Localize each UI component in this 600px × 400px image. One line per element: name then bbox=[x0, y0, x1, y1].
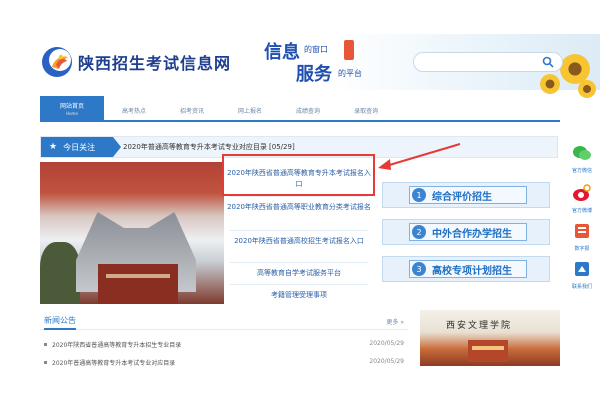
red-arrow-annotation bbox=[378, 143, 461, 170]
button-frame: 1 综合评价招生 bbox=[409, 186, 527, 204]
button-number: 1 bbox=[412, 188, 426, 202]
browser-page: 陕西招生考试信息网 信息 的窗口 服务 的平台 网站首页 Home 高考热点 招… bbox=[0, 0, 600, 400]
nav-label: 成绩查询 bbox=[296, 108, 321, 115]
divider bbox=[230, 196, 368, 197]
social-label: 数字报 bbox=[574, 246, 590, 252]
site-slogan: 信息 的窗口 服务 的平台 bbox=[264, 38, 384, 85]
sunflower-decoration bbox=[578, 80, 596, 98]
nav-gaokao-hot[interactable]: 高考热点 bbox=[122, 96, 146, 120]
link-record-management[interactable]: 考籍管理受理事项 bbox=[224, 290, 374, 301]
special-plan-button[interactable]: 3 高校专项计划招生 bbox=[382, 256, 550, 282]
comprehensive-eval-button[interactable]: 1 综合评价招生 bbox=[382, 182, 550, 208]
news-more-link[interactable]: 更多 » bbox=[386, 317, 404, 326]
button-number: 3 bbox=[412, 262, 426, 276]
social-label: 联系我们 bbox=[571, 284, 592, 290]
social-weibo[interactable]: 官方微博 bbox=[564, 184, 600, 218]
button-frame: 3 高校专项计划招生 bbox=[409, 260, 527, 278]
gate-sign-stripe bbox=[472, 346, 504, 350]
news-row[interactable]: 2020年陕西省普通高等教育专升本招生专业目录 2020/05/29 bbox=[44, 338, 408, 350]
logo-emblem-icon bbox=[40, 45, 74, 79]
site-title: 陕西招生考试信息网 bbox=[78, 54, 232, 73]
nav-admission-query[interactable]: 录取查询 bbox=[354, 96, 378, 120]
nav-label: 网上报名 bbox=[238, 108, 263, 115]
button-label: 中外合作办学招生 bbox=[432, 228, 512, 240]
link-self-study-platform[interactable]: 高等教育自学考试服务平台 bbox=[224, 268, 374, 279]
sino-foreign-button[interactable]: 2 中外合作办学招生 bbox=[382, 219, 550, 245]
gate-shape bbox=[98, 264, 178, 304]
social-digital-newspaper[interactable]: 数字报 bbox=[564, 222, 600, 256]
link-college-signup[interactable]: 2020年陕西省普通高校招生考试报名入口 bbox=[224, 236, 374, 247]
social-label: 官方微信 bbox=[571, 168, 592, 174]
highlight-box bbox=[222, 154, 375, 196]
button-frame: 2 中外合作办学招生 bbox=[409, 223, 527, 241]
button-label: 高校专项计划招生 bbox=[432, 265, 512, 277]
search-icon bbox=[542, 53, 554, 72]
social-wechat[interactable]: 官方微信 bbox=[564, 144, 600, 178]
news-title[interactable]: 新闻公告 bbox=[44, 315, 76, 330]
social-label: 官方微博 bbox=[571, 208, 592, 214]
divider bbox=[230, 230, 368, 231]
slogan-line2: 服务 bbox=[296, 64, 332, 85]
gate-sign-shape bbox=[468, 340, 508, 362]
contact-icon bbox=[572, 262, 592, 282]
button-number: 2 bbox=[412, 225, 426, 239]
star-icon: ★ bbox=[49, 142, 58, 152]
nav-home-sub: Home bbox=[66, 111, 78, 116]
nav-zhaokao-news[interactable]: 招考资讯 bbox=[180, 96, 204, 120]
wechat-icon bbox=[572, 146, 592, 166]
today-focus-tag: ★ 今日关注 bbox=[41, 137, 121, 157]
news-row-title: 2020年陕西省普通高等教育专升本招生专业目录 bbox=[52, 342, 182, 349]
sunflower-decoration bbox=[540, 74, 560, 94]
slogan-line1-small: 的窗口 bbox=[304, 45, 328, 54]
nav-label: 招考资讯 bbox=[180, 108, 205, 115]
nav-online-signup[interactable]: 网上报名 bbox=[238, 96, 262, 120]
weibo-icon bbox=[572, 184, 592, 206]
tree-shape bbox=[40, 242, 80, 304]
page-bottom-edge bbox=[0, 366, 600, 400]
social-contact[interactable]: 联系我们 bbox=[564, 260, 600, 294]
divider bbox=[230, 284, 368, 285]
nav-home-label: 网站首页 bbox=[59, 103, 84, 110]
digital-newspaper-icon bbox=[572, 224, 592, 244]
bullet-icon bbox=[44, 361, 47, 364]
gate-sign-shape bbox=[106, 274, 170, 278]
main-nav: 网站首页 Home 高考热点 招考资讯 网上报名 成绩查询 录取查询 bbox=[40, 96, 560, 122]
nav-label: 录取查询 bbox=[354, 108, 379, 115]
today-focus-link[interactable]: 2020年普通高等教育专升本考试专业对应目录 [05/29] bbox=[123, 142, 295, 152]
news-row-date: 2020/05/29 bbox=[369, 358, 404, 365]
nav-score-query[interactable]: 成绩查询 bbox=[296, 96, 320, 120]
nav-home[interactable]: 网站首页 Home bbox=[40, 96, 104, 120]
nav-label: 高考热点 bbox=[122, 108, 147, 115]
bullet-icon bbox=[44, 343, 47, 346]
campus-banner-image[interactable] bbox=[40, 162, 224, 304]
divider bbox=[230, 262, 368, 263]
news-row-date: 2020/05/29 bbox=[369, 340, 404, 347]
button-label: 综合评价招生 bbox=[432, 191, 492, 203]
slogan-line2-small: 的平台 bbox=[338, 69, 362, 78]
link-vocational-signup[interactable]: 2020年陕西省普通高等职业教育分类考试报名 bbox=[224, 202, 374, 213]
photo-caption: 西安文理学院 bbox=[446, 321, 513, 331]
search-button[interactable] bbox=[536, 52, 560, 72]
news-header: 新闻公告 更多 » bbox=[40, 312, 408, 330]
today-focus-label: 今日关注 bbox=[63, 142, 96, 152]
site-logo[interactable]: 陕西招生考试信息网 bbox=[40, 42, 240, 82]
campus-gate-image[interactable]: 西安文理学院 bbox=[420, 310, 560, 366]
seal-stamp bbox=[344, 40, 354, 60]
slogan-line1: 信息 bbox=[264, 42, 300, 63]
